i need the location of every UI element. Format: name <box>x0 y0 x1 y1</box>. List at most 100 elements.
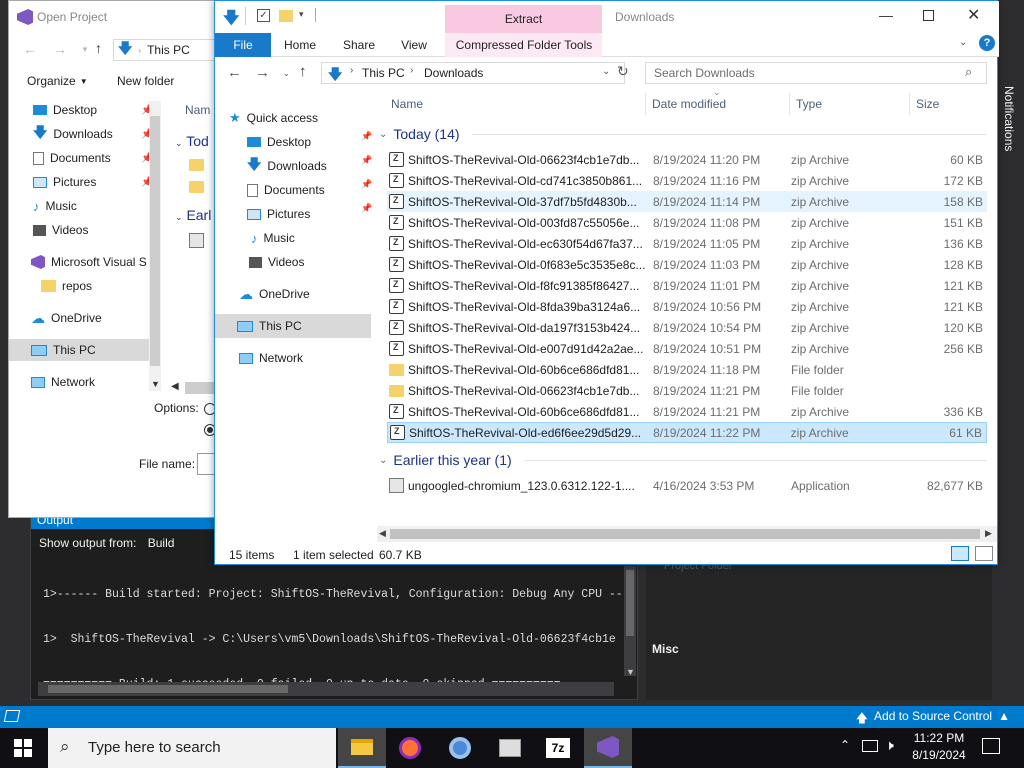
op-horizontal-scroll-thumb[interactable] <box>185 382 215 394</box>
extract-tab-header[interactable]: Extract <box>445 5 602 33</box>
op-group-earlier[interactable]: ⌄ Earl <box>175 207 211 223</box>
scroll-down-arrow-icon[interactable]: ▼ <box>626 667 635 677</box>
file-row[interactable]: ShiftOS-TheRevival-Old-cd741c3850b861...… <box>387 170 987 191</box>
op-nav-videos[interactable]: Videos <box>33 219 88 241</box>
breadcrumb-downloads[interactable]: Downloads <box>424 66 483 80</box>
search-input[interactable]: Search Downloads <box>645 62 987 84</box>
output-vertical-scroll-thumb[interactable] <box>626 570 634 636</box>
maximize-button[interactable] <box>923 10 934 21</box>
op-nav-pictures[interactable]: Pictures 📌 <box>33 171 153 193</box>
quick-access-dropdown-icon[interactable]: ▾ <box>299 9 304 20</box>
taskbar-firefox[interactable] <box>386 728 434 768</box>
op-nav-scroll-thumb[interactable] <box>150 116 160 366</box>
column-header-size[interactable]: Size <box>916 93 939 115</box>
file-row[interactable]: ShiftOS-TheRevival-Old-e007d91d42a2ae...… <box>387 338 987 359</box>
action-center-icon[interactable] <box>982 738 1000 754</box>
taskbar-chromium[interactable] <box>436 728 484 768</box>
chevron-down-icon[interactable]: ▼ <box>151 379 160 389</box>
show-hidden-icons-icon[interactable]: ⌃ <box>840 738 850 752</box>
list-item[interactable] <box>189 233 204 251</box>
back-arrow-icon[interactable]: ← <box>227 64 242 81</box>
address-bar[interactable]: 🡇 › This PC › Downloads ⌄ <box>321 62 625 84</box>
nav-desktop[interactable]: Desktop <box>247 130 311 154</box>
output-horizontal-scroll-thumb[interactable] <box>48 685 288 693</box>
nav-quick-access[interactable]: ★ Quick access <box>229 106 318 130</box>
refresh-icon[interactable]: ↻ <box>617 63 629 80</box>
new-folder-button[interactable]: New folder <box>117 74 174 88</box>
file-row[interactable]: ShiftOS-TheRevival-Old-37df7b5fd4830b...… <box>387 191 987 212</box>
taskbar-7zip[interactable]: 7z <box>534 728 582 768</box>
nav-music[interactable]: ♪ Music <box>251 226 295 250</box>
op-nav-repos[interactable]: repos <box>41 275 92 297</box>
taskbar-app[interactable] <box>486 728 534 768</box>
list-item[interactable] <box>189 181 204 196</box>
op-nav-network[interactable]: Network <box>31 371 95 393</box>
file-row[interactable]: ShiftOS-TheRevival-Old-ed6f6ee29d5d29...… <box>387 422 987 443</box>
up-arrow-icon[interactable]: ↑ <box>95 40 102 56</box>
properties-misc-category[interactable]: Misc <box>652 642 679 656</box>
volume-muted-icon[interactable]: 🕨 <box>885 737 894 754</box>
details-view-icon[interactable] <box>951 546 969 561</box>
minimize-button[interactable]: — <box>879 7 893 23</box>
op-nav-desktop[interactable]: Desktop 📌 <box>33 99 153 121</box>
recent-dropdown-icon[interactable]: ▼ <box>81 45 89 54</box>
tab-file[interactable]: File <box>215 33 271 57</box>
file-row[interactable]: ShiftOS-TheRevival-Old-da197f3153b424...… <box>387 317 987 338</box>
breadcrumb-this-pc[interactable]: This PC <box>147 43 190 57</box>
tab-home[interactable]: Home <box>281 33 319 57</box>
list-item[interactable] <box>189 159 204 174</box>
op-nav-this-pc[interactable]: This PC <box>9 339 157 361</box>
op-nav-documents[interactable]: Documents 📌 <box>33 147 153 169</box>
tab-share[interactable]: Share <box>339 33 379 57</box>
file-row[interactable]: ShiftOS-TheRevival-Old-8fda39ba3124a6...… <box>387 296 987 317</box>
large-icons-view-icon[interactable] <box>975 546 993 561</box>
close-button[interactable]: ✕ <box>967 5 980 25</box>
tab-view[interactable]: View <box>397 33 431 57</box>
op-nav-music[interactable]: ♪ Music <box>33 195 77 217</box>
breadcrumb-this-pc[interactable]: This PC <box>362 66 405 80</box>
file-row[interactable]: ShiftOS-TheRevival-Old-06623f4cb1e7db...… <box>387 380 987 401</box>
file-row[interactable]: ShiftOS-TheRevival-Old-f8fc91385f86427..… <box>387 275 987 296</box>
taskbar-visual-studio[interactable] <box>584 728 632 768</box>
op-nav-visual-studio[interactable]: Microsoft Visual S <box>31 251 147 273</box>
op-group-today[interactable]: ⌄ Tod <box>175 133 209 149</box>
file-row[interactable]: ShiftOS-TheRevival-Old-60b6ce686dfd81...… <box>387 359 987 380</box>
column-header-name[interactable]: Name <box>391 93 423 115</box>
file-row[interactable]: ShiftOS-TheRevival-Old-0f683e5c3535e8c..… <box>387 254 987 275</box>
taskbar-search-input[interactable]: Type here to search <box>48 728 336 768</box>
notifications-panel[interactable]: Notifications <box>998 0 1024 706</box>
column-header-type[interactable]: Type <box>796 93 822 115</box>
file-row[interactable]: ungoogled-chromium_123.0.6312.122-1.... 4… <box>387 475 987 496</box>
file-row[interactable]: ShiftOS-TheRevival-Old-003fd87c55056e...… <box>387 212 987 233</box>
new-folder-icon[interactable] <box>279 10 293 22</box>
chevron-left-icon[interactable]: ◀ <box>379 528 386 539</box>
chevron-right-icon[interactable]: ▶ <box>985 528 992 539</box>
recent-locations-icon[interactable]: ⌄ <box>283 69 290 78</box>
chevron-down-icon[interactable]: ⌄ <box>959 37 967 48</box>
nav-videos[interactable]: Videos <box>249 250 304 274</box>
help-icon[interactable]: ? <box>979 35 995 51</box>
op-column-name[interactable]: Nam <box>185 103 210 117</box>
nav-documents[interactable]: Documents <box>247 178 325 202</box>
nav-this-pc[interactable]: This PC <box>215 314 371 338</box>
source-control-button[interactable]: 🡅 Add to Source Control ▲ <box>856 709 1010 730</box>
file-row[interactable]: ShiftOS-TheRevival-Old-ec630f54d67fa37..… <box>387 233 987 254</box>
op-nav-downloads[interactable]: 🡇 Downloads 📌 <box>33 123 153 145</box>
forward-arrow-icon[interactable]: → <box>255 64 270 81</box>
nav-pictures[interactable]: Pictures <box>247 202 310 226</box>
nav-onedrive[interactable]: ☁ OneDrive <box>239 282 310 306</box>
horizontal-scroll-thumb[interactable] <box>390 529 980 539</box>
tab-compressed-folder-tools[interactable]: Compressed Folder Tools <box>449 33 599 57</box>
show-output-dropdown[interactable]: Build <box>148 536 175 550</box>
group-header-earlier[interactable]: ⌄ Earlier this year (1) <box>379 449 987 471</box>
taskbar-clock[interactable]: 11:22 PM 8/19/2024 <box>900 730 978 764</box>
start-button[interactable] <box>14 739 32 757</box>
taskbar-file-explorer[interactable] <box>338 728 386 768</box>
chevron-left-icon[interactable]: ◀ <box>171 381 179 392</box>
nav-network[interactable]: Network <box>239 346 303 370</box>
column-header-date[interactable]: Date modified <box>652 93 726 115</box>
op-nav-onedrive[interactable]: ☁ OneDrive <box>31 307 102 329</box>
file-row[interactable]: ShiftOS-TheRevival-Old-60b6ce686dfd81...… <box>387 401 987 422</box>
group-header-today[interactable]: ⌄ Today (14) <box>379 123 987 145</box>
network-status-icon[interactable] <box>862 740 878 752</box>
